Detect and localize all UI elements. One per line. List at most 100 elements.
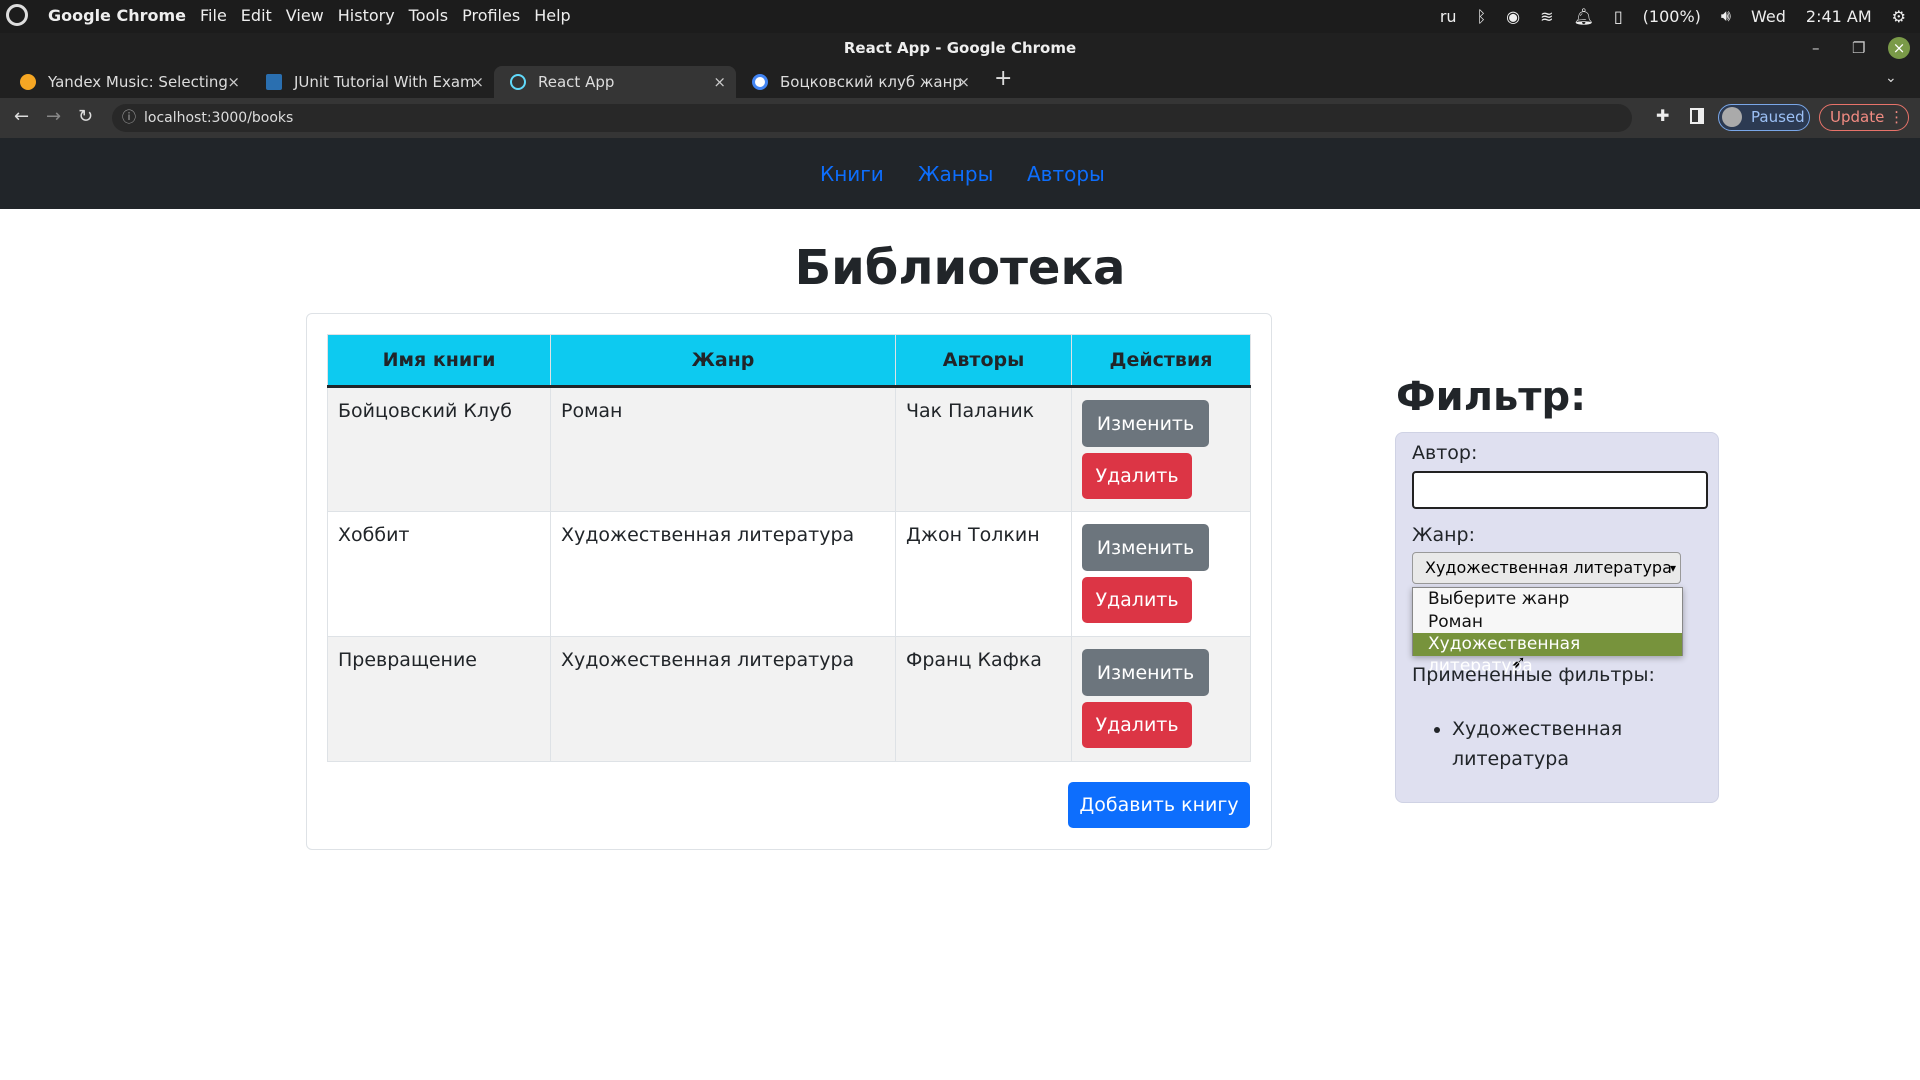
tab-label: JUnit Tutorial With Exam: [294, 73, 475, 91]
navbar: Книги Жанры Авторы: [0, 138, 1920, 209]
menu-help[interactable]: Help: [534, 6, 570, 25]
genre-label: Жанр:: [1412, 524, 1475, 546]
react-icon: [510, 74, 526, 90]
genre-dropdown: Выберите жанр Роман Художественная литер…: [1412, 587, 1683, 676]
power-icon[interactable]: ⚙: [1892, 7, 1906, 26]
yandex-music-icon: [20, 74, 36, 90]
profile-button[interactable]: Paused: [1718, 104, 1810, 131]
book-genre: Художественная литература: [550, 511, 896, 637]
side-panel-icon[interactable]: [1690, 108, 1704, 124]
chevron-down-icon: ▾: [1669, 561, 1676, 575]
forward-icon[interactable]: →: [46, 106, 61, 127]
restore-icon[interactable]: ❐: [1852, 33, 1865, 64]
bell-icon[interactable]: 🔔︎: [1574, 7, 1594, 26]
book-genre: Художественная литература: [550, 636, 896, 762]
edit-button[interactable]: Изменить: [1082, 524, 1209, 571]
menu-tools[interactable]: Tools: [409, 6, 448, 25]
ubuntu-logo-icon[interactable]: [6, 4, 28, 26]
tab-strip: Yandex Music: Selecting × JUnit Tutorial …: [0, 64, 1920, 98]
header-book-name: Имя книги: [327, 334, 551, 388]
header-genre: Жанр: [550, 334, 896, 388]
avatar: [1722, 107, 1742, 127]
genre-select[interactable]: Художественная литература ▾: [1412, 552, 1681, 584]
close-tab-icon[interactable]: ×: [713, 66, 726, 98]
nav-authors[interactable]: Авторы: [1027, 162, 1105, 186]
book-name: Бойцовский Клуб: [327, 386, 551, 512]
tab-search-chevron-icon[interactable]: ⌄: [1885, 70, 1897, 86]
minimize-icon[interactable]: –: [1812, 33, 1820, 64]
wifi-icon[interactable]: ≋: [1540, 7, 1553, 26]
menu-history[interactable]: History: [338, 6, 395, 25]
day[interactable]: Wed: [1751, 7, 1786, 26]
book-genre: Роман: [550, 386, 896, 512]
address-bar[interactable]: ⓘ localhost:3000/books: [112, 104, 1632, 132]
back-icon[interactable]: ←: [14, 106, 29, 127]
nav-books[interactable]: Книги: [820, 162, 884, 186]
reload-icon[interactable]: ↻: [78, 106, 93, 127]
option-fiction[interactable]: Художественная литература: [1413, 633, 1682, 676]
page-title: Библиотека: [794, 240, 1126, 296]
genre-selected-value: Художественная литература: [1425, 558, 1672, 577]
menu-view[interactable]: View: [286, 6, 324, 25]
close-tab-icon[interactable]: ×: [957, 66, 970, 98]
filter-title: Фильтр:: [1396, 374, 1587, 420]
menu-edit[interactable]: Edit: [241, 6, 272, 25]
edit-button[interactable]: Изменить: [1082, 649, 1209, 696]
author-label: Автор:: [1412, 442, 1478, 464]
nvidia-icon[interactable]: ◉: [1506, 7, 1520, 26]
option-choose-genre[interactable]: Выберите жанр: [1413, 588, 1682, 611]
table-row: Превращение Художественная литература Фр…: [327, 636, 1251, 762]
applied-filters-list: Художественная литература: [1431, 714, 1691, 774]
delete-button[interactable]: Удалить: [1082, 577, 1192, 623]
book-name: Превращение: [327, 636, 551, 762]
applied-filters-label: Примененные фильтры:: [1412, 664, 1655, 686]
battery-level: (100%): [1642, 6, 1701, 26]
close-tab-icon[interactable]: ×: [471, 66, 484, 98]
tab-label: Yandex Music: Selecting: [48, 73, 228, 91]
book-author: Франц Кафка: [895, 636, 1072, 762]
book-author: Джон Толкин: [895, 511, 1072, 637]
url-text[interactable]: localhost:3000/books: [144, 110, 293, 126]
tab-label: React App: [538, 73, 615, 91]
window-title: React App - Google Chrome: [843, 39, 1077, 57]
google-icon: [752, 74, 768, 90]
menu-file[interactable]: File: [200, 6, 227, 25]
delete-button[interactable]: Удалить: [1082, 453, 1192, 499]
tab-yandex-music[interactable]: Yandex Music: Selecting ×: [4, 66, 250, 98]
header-authors: Авторы: [895, 334, 1072, 388]
tab-label: Боцковский клуб жанр: [780, 73, 962, 91]
close-tab-icon[interactable]: ×: [227, 66, 240, 98]
battery-icon[interactable]: ▯: [1614, 7, 1623, 26]
update-button[interactable]: Update ⋮: [1819, 104, 1909, 131]
applied-filter-item: Художественная литература: [1452, 714, 1691, 774]
books-table: Имя книги Жанр Авторы Действия Бойцовски…: [327, 334, 1251, 762]
book-author: Чак Паланик: [895, 386, 1072, 512]
table-row: Хоббит Художественная литература Джон То…: [327, 511, 1251, 637]
tab-junit[interactable]: JUnit Tutorial With Exam ×: [250, 66, 494, 98]
keyboard-layout[interactable]: ru: [1440, 7, 1457, 26]
option-novel[interactable]: Роман: [1413, 611, 1682, 634]
app-name[interactable]: Google Chrome: [48, 6, 186, 25]
tab-google-search[interactable]: Боцковский клуб жанр ×: [736, 66, 980, 98]
junit-icon: [266, 74, 282, 90]
table-row: Бойцовский Клуб Роман Чак Паланик Измени…: [327, 386, 1251, 512]
delete-button[interactable]: Удалить: [1082, 702, 1192, 748]
menu-profiles[interactable]: Profiles: [462, 6, 520, 25]
close-window-icon[interactable]: ×: [1888, 37, 1910, 59]
site-info-icon[interactable]: ⓘ: [122, 104, 136, 132]
window-title-bar: React App - Google Chrome – ❐ ×: [0, 33, 1920, 64]
header-actions: Действия: [1071, 334, 1251, 388]
book-name: Хоббит: [327, 511, 551, 637]
clock[interactable]: 2:41 AM: [1806, 7, 1872, 26]
extensions-icon[interactable]: ✚: [1656, 106, 1669, 125]
tab-react-app[interactable]: React App ×: [494, 66, 736, 98]
edit-button[interactable]: Изменить: [1082, 400, 1209, 447]
profile-status: Paused: [1751, 108, 1805, 126]
os-top-bar: Google Chrome File Edit View History Too…: [0, 0, 1920, 33]
author-input[interactable]: [1412, 471, 1708, 509]
add-book-button[interactable]: Добавить книгу: [1068, 782, 1250, 828]
nav-genres[interactable]: Жанры: [918, 162, 993, 186]
bluetooth-icon[interactable]: ᛒ: [1477, 7, 1487, 26]
volume-icon[interactable]: 🔊︎: [1721, 6, 1731, 26]
new-tab-icon[interactable]: +: [994, 66, 1012, 91]
